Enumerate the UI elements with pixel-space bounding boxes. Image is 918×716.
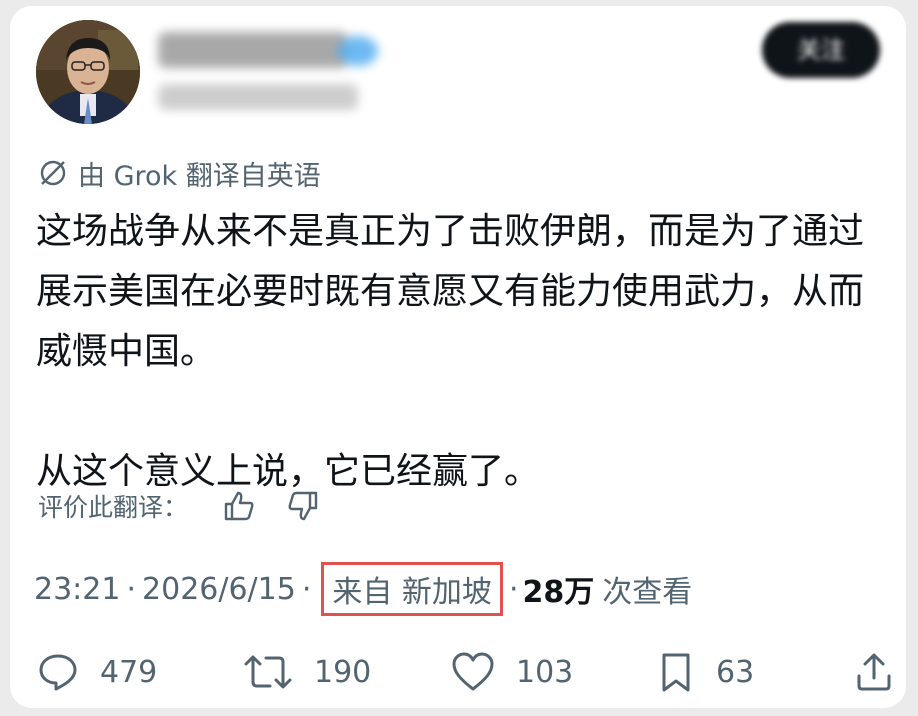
follow-button[interactable]: 关注 — [762, 22, 880, 78]
reply-icon — [36, 650, 80, 694]
meta-separator: · — [508, 571, 519, 607]
meta-separator: · — [301, 571, 312, 607]
rate-translation-label: 评价此翻译： — [38, 493, 189, 522]
share-button[interactable] — [854, 650, 894, 694]
tweet-card: 关注 由 Grok 翻译自英语 这场战争从来不是真正为了击败伊朗，而是为了通过展… — [10, 6, 906, 708]
like-count: 103 — [516, 654, 574, 690]
retweet-icon — [242, 650, 294, 694]
bookmark-button[interactable]: 63 — [656, 650, 754, 694]
meta-separator: · — [126, 571, 137, 607]
like-button[interactable]: 103 — [450, 650, 573, 694]
thumbs-down-icon[interactable] — [286, 489, 320, 523]
reply-count: 479 — [100, 654, 158, 690]
grok-icon — [38, 158, 68, 188]
retweet-button[interactable]: 190 — [242, 650, 371, 694]
tweet-date[interactable]: 2026/6/15 — [142, 572, 296, 607]
tweet-paragraph-1: 这场战争从来不是真正为了击败伊朗，而是为了通过展示美国在必要时既有意愿又有能力使… — [36, 211, 865, 372]
avatar[interactable] — [36, 20, 140, 124]
bookmark-count: 63 — [716, 654, 755, 690]
tweet-location-highlighted: 来自 新加坡 — [321, 562, 503, 616]
display-name-redacted[interactable] — [158, 32, 348, 68]
translation-label: 由 Grok 翻译自英语 — [78, 160, 321, 192]
action-bar: 479 190 103 63 — [36, 646, 891, 698]
follow-button-label: 关注 — [797, 36, 845, 64]
bookmark-icon — [656, 650, 696, 694]
verified-badge-icon — [338, 36, 378, 66]
view-count-label: 次查看 — [602, 575, 693, 610]
share-icon — [854, 650, 894, 694]
retweet-count: 190 — [314, 654, 372, 690]
thumbs-up-icon[interactable] — [222, 489, 256, 523]
tweet-text: 这场战争从来不是真正为了击败伊朗，而是为了通过展示美国在必要时既有意愿又有能力使… — [36, 202, 886, 502]
tweet-meta: 23:21 · 2026/6/15 · 来自 新加坡 · 28万 次查看 — [34, 562, 693, 616]
view-count[interactable]: 28万 — [522, 567, 594, 611]
tweet-time[interactable]: 23:21 — [34, 572, 120, 607]
heart-icon — [450, 650, 496, 694]
translation-notice[interactable]: 由 Grok 翻译自英语 — [38, 156, 321, 192]
rate-translation: 评价此翻译： — [38, 486, 320, 526]
reply-button[interactable]: 479 — [36, 650, 157, 694]
username-redacted[interactable] — [158, 84, 358, 110]
